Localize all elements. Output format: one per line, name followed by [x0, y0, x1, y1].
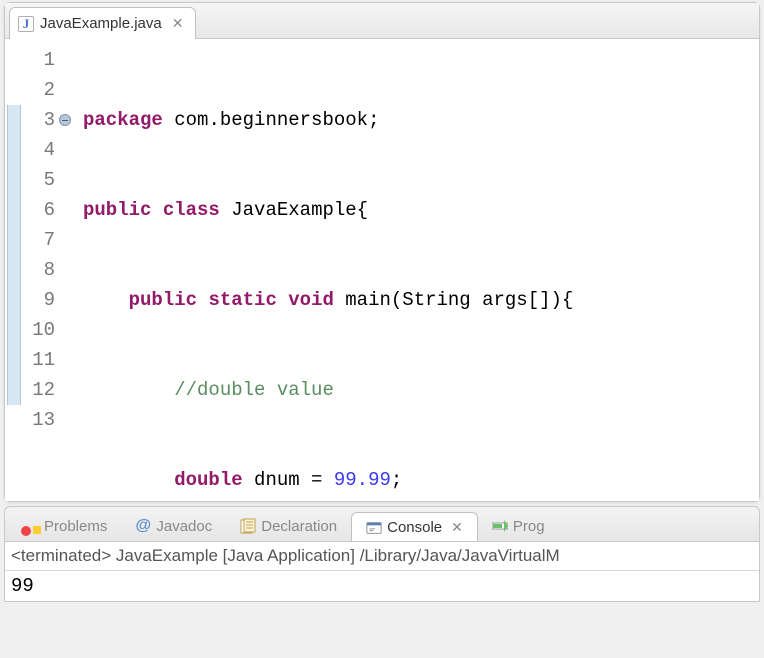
- tab-label: Prog: [513, 518, 545, 535]
- marker-column: [5, 45, 23, 501]
- console-status: <terminated> JavaExample [Java Applicati…: [5, 542, 759, 571]
- editor-pane: J JavaExample.java ✕ 1 2 3 4 5 6: [4, 2, 760, 502]
- line-number: 1: [27, 45, 55, 75]
- tab-label: Console: [387, 519, 442, 536]
- tab-progress[interactable]: Prog: [478, 512, 559, 541]
- progress-icon: [492, 518, 508, 534]
- line-number: 4: [27, 135, 55, 165]
- close-icon[interactable]: ✕: [172, 15, 184, 32]
- line-number: 13: [27, 405, 55, 435]
- line-number: 3: [27, 105, 55, 135]
- editor-tab-bar: J JavaExample.java ✕: [5, 3, 759, 39]
- tab-label: Declaration: [261, 518, 337, 535]
- tab-javadoc[interactable]: @ Javadoc: [121, 512, 226, 541]
- code-content[interactable]: package com.beginnersbook; public class …: [83, 45, 759, 501]
- editor-tab[interactable]: J JavaExample.java ✕: [9, 7, 196, 39]
- console-output[interactable]: 99: [5, 571, 759, 601]
- bottom-tab-bar: Problems @ Javadoc Declaration Console ✕…: [4, 506, 760, 542]
- java-file-icon: J: [18, 16, 34, 32]
- bottom-pane: Problems @ Javadoc Declaration Console ✕…: [4, 506, 760, 602]
- line-number: 9: [27, 285, 55, 315]
- javadoc-icon: @: [135, 518, 151, 534]
- line-number: 11: [27, 345, 55, 375]
- line-number: 6: [27, 195, 55, 225]
- line-number: 2: [27, 75, 55, 105]
- console-body: <terminated> JavaExample [Java Applicati…: [4, 542, 760, 602]
- line-number: 7: [27, 225, 55, 255]
- editor-tab-label: JavaExample.java: [40, 15, 162, 32]
- problems-icon: [23, 518, 39, 534]
- close-icon[interactable]: ✕: [451, 519, 463, 536]
- tab-console[interactable]: Console ✕: [351, 512, 478, 542]
- console-icon: [366, 520, 382, 536]
- tab-declaration[interactable]: Declaration: [226, 512, 351, 541]
- tab-label: Javadoc: [156, 518, 212, 535]
- declaration-icon: [240, 518, 256, 534]
- fold-toggle-icon[interactable]: [59, 114, 71, 126]
- tab-label: Problems: [44, 518, 107, 535]
- line-number: 8: [27, 255, 55, 285]
- line-number: 5: [27, 165, 55, 195]
- line-number-gutter: 1 2 3 4 5 6 7 8 9 10 11 12 13: [23, 45, 63, 501]
- line-number: 10: [27, 315, 55, 345]
- tab-problems[interactable]: Problems: [9, 512, 121, 541]
- code-editor[interactable]: 1 2 3 4 5 6 7 8 9 10 11 12 13 package co…: [5, 39, 759, 501]
- line-number: 12: [27, 375, 55, 405]
